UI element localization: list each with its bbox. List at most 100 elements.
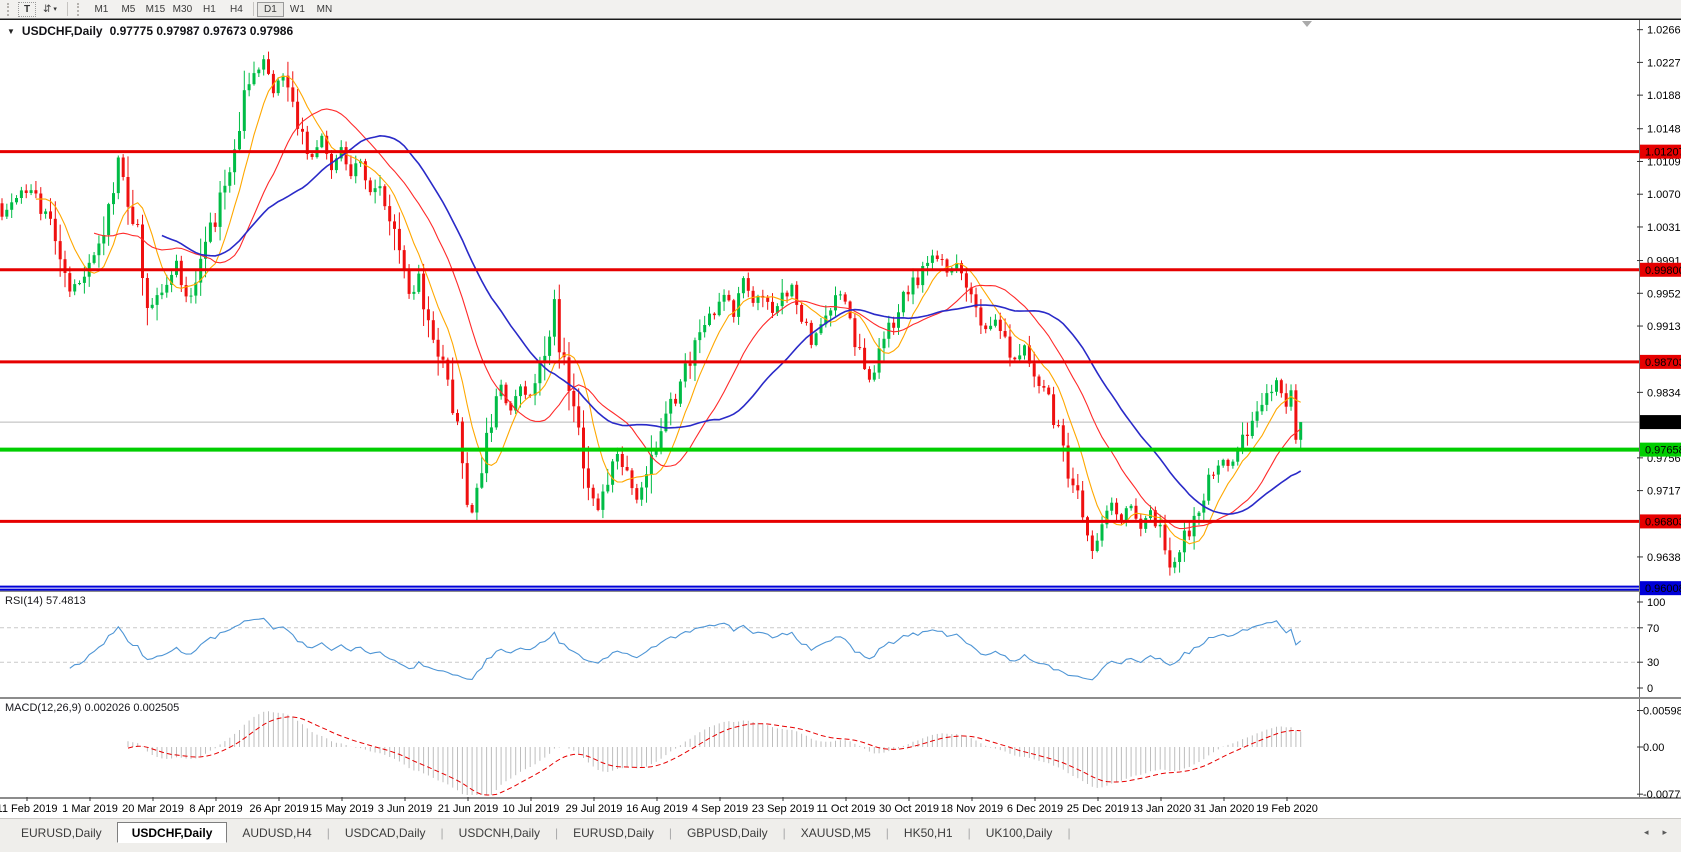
tab-scroll-right-icon[interactable]: ▸ bbox=[1662, 827, 1667, 838]
candle-body bbox=[785, 292, 789, 297]
arrange-windows-button[interactable]: ⇵ ▾ bbox=[39, 2, 61, 17]
candle-body bbox=[145, 278, 149, 308]
candle-body bbox=[441, 356, 445, 360]
symbol-tab-xauusd-m5[interactable]: XAUUSD,M5 bbox=[786, 822, 886, 843]
chart-title: ▼ USDCHF,Daily 0.97775 0.97987 0.97673 0… bbox=[7, 24, 293, 38]
date-tick-label: 26 Apr 2019 bbox=[249, 803, 308, 815]
candle-body bbox=[242, 90, 246, 131]
tab-divider: | bbox=[1067, 825, 1071, 840]
candle-body bbox=[1124, 508, 1128, 521]
candle-body bbox=[674, 398, 678, 404]
candle-body bbox=[1221, 459, 1225, 466]
candle-body bbox=[136, 224, 140, 225]
candle-body bbox=[993, 319, 997, 326]
candle-body bbox=[383, 186, 387, 207]
symbol-tab-eurusd-daily[interactable]: EURUSD,Daily bbox=[558, 822, 669, 843]
timeframe-button-h4[interactable]: H4 bbox=[223, 2, 250, 17]
date-tick-label: 4 Sep 2019 bbox=[692, 803, 748, 815]
candle-body bbox=[683, 363, 687, 382]
price-tick-label: 1.02660 bbox=[1647, 25, 1681, 37]
candle-body bbox=[431, 320, 435, 340]
symbol-tab-usdcnh-daily[interactable]: USDCNH,Daily bbox=[444, 822, 555, 843]
candle-body bbox=[1279, 380, 1283, 394]
candle-body bbox=[223, 185, 227, 193]
candle-body bbox=[1226, 459, 1230, 466]
candle-body bbox=[252, 73, 256, 85]
candle-body bbox=[426, 309, 430, 321]
candle-body bbox=[475, 487, 479, 513]
candle-body bbox=[984, 325, 988, 330]
symbol-tab-uk100-daily[interactable]: UK100,Daily bbox=[971, 822, 1068, 843]
timeframe-button-m1[interactable]: M1 bbox=[88, 2, 115, 17]
candle-body bbox=[1100, 524, 1104, 541]
toolbar-grip-2[interactable] bbox=[76, 2, 82, 16]
candle-body bbox=[557, 299, 561, 353]
price-tick-label: 0.99520 bbox=[1647, 288, 1681, 300]
candle-body bbox=[766, 297, 770, 302]
symbol-tab-hk50-h1[interactable]: HK50,H1 bbox=[889, 822, 968, 843]
symbol-tab-usdchf-daily[interactable]: USDCHF,Daily bbox=[116, 822, 228, 843]
timeframe-button-m15[interactable]: M15 bbox=[142, 2, 169, 17]
candle-body bbox=[843, 294, 847, 302]
candle-body bbox=[1187, 530, 1191, 537]
candle-body bbox=[635, 488, 639, 500]
candle-body bbox=[867, 369, 871, 380]
chart-ohlc-values: 0.97775 0.97987 0.97673 0.97986 bbox=[109, 24, 294, 38]
date-tick-label: 16 Aug 2019 bbox=[626, 803, 688, 815]
candle-body bbox=[741, 278, 745, 294]
candle-body bbox=[485, 432, 489, 474]
timeframe-button-mn[interactable]: MN bbox=[311, 2, 338, 17]
text-tool-button[interactable]: T bbox=[18, 1, 36, 17]
candle-body bbox=[262, 59, 266, 70]
candle-body bbox=[601, 491, 605, 510]
candle-body bbox=[1081, 490, 1085, 518]
toolbar-grip[interactable] bbox=[7, 2, 12, 16]
price-tick-label: 1.02270 bbox=[1647, 57, 1681, 69]
candle-body bbox=[213, 222, 217, 227]
candle-body bbox=[53, 218, 57, 242]
candle-body bbox=[116, 157, 120, 194]
price-tick-label: 1.00310 bbox=[1647, 222, 1681, 234]
candle-body bbox=[1197, 512, 1201, 516]
symbol-tab-eurusd-daily[interactable]: EURUSD,Daily bbox=[6, 822, 117, 843]
candle-body bbox=[1110, 502, 1114, 511]
date-tick-label: 11 Feb 2019 bbox=[0, 803, 57, 815]
candle-body bbox=[911, 277, 915, 295]
candle-body bbox=[829, 310, 833, 316]
candle-body bbox=[863, 347, 867, 370]
candle-body bbox=[15, 198, 18, 203]
timeframe-button-h1[interactable]: H1 bbox=[196, 2, 223, 17]
rsi-tick-label: 30 bbox=[1647, 657, 1659, 669]
candle-body bbox=[470, 505, 474, 513]
timeframe-button-d1[interactable]: D1 bbox=[256, 1, 284, 17]
timeframe-button-m30[interactable]: M30 bbox=[169, 2, 196, 17]
date-tick-label: 30 Oct 2019 bbox=[879, 803, 939, 815]
candle-body bbox=[73, 284, 77, 292]
arrange-icon: ⇵ bbox=[43, 3, 52, 15]
price-tick-label: 0.96380 bbox=[1647, 552, 1681, 564]
candle-body bbox=[1003, 331, 1007, 337]
candle-body bbox=[378, 186, 382, 189]
symbol-tab-audusd-h4[interactable]: AUDUSD,H4 bbox=[227, 822, 326, 843]
rsi-tick-label: 70 bbox=[1647, 623, 1659, 635]
chart-symbol-label: USDCHF,Daily bbox=[21, 24, 103, 38]
candle-body bbox=[1052, 394, 1056, 425]
timeframe-button-m5[interactable]: M5 bbox=[115, 2, 142, 17]
timeframe-button-w1[interactable]: W1 bbox=[284, 2, 311, 17]
candle-body bbox=[897, 312, 900, 328]
chart-dropdown-icon[interactable]: ▼ bbox=[7, 27, 15, 36]
symbol-tab-gbpusd-daily[interactable]: GBPUSD,Daily bbox=[672, 822, 783, 843]
candle-body bbox=[640, 487, 644, 500]
candle-body bbox=[291, 87, 295, 102]
candle-body bbox=[320, 135, 324, 148]
candle-body bbox=[577, 406, 581, 428]
candle-body bbox=[112, 193, 115, 205]
candle-body bbox=[998, 319, 1002, 331]
level-0.97658-badge-label: 0.97658 bbox=[1645, 445, 1681, 457]
candle-body bbox=[698, 332, 702, 341]
chart-canvas: 1.026601.022701.018801.014801.010901.007… bbox=[0, 19, 1681, 815]
candle-body bbox=[1071, 478, 1075, 486]
candle-body bbox=[930, 255, 934, 263]
tab-scroll-left-icon[interactable]: ◂ bbox=[1644, 827, 1649, 838]
symbol-tab-usdcad-daily[interactable]: USDCAD,Daily bbox=[330, 822, 441, 843]
